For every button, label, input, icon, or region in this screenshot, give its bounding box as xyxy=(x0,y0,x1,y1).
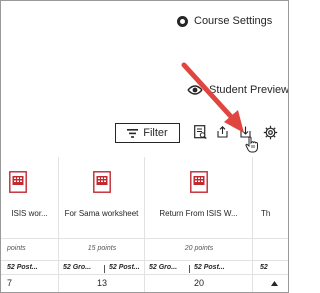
gradebook-grid: ISIS wor... For Sama worksheet Return Fr… xyxy=(1,157,288,292)
annotation-arrow xyxy=(181,62,244,133)
stat-label: 52 Post... xyxy=(7,264,38,271)
filter-icon xyxy=(127,128,139,138)
column-title: Return From ISIS W... xyxy=(159,209,238,218)
points-row: points 15 points 20 points xyxy=(1,238,288,261)
document-icon xyxy=(190,171,208,193)
filter-button[interactable]: Filter xyxy=(115,123,180,143)
course-settings-label: Course Settings xyxy=(194,15,273,27)
document-icon xyxy=(9,171,27,193)
column-title: ISIS wor... xyxy=(11,209,48,218)
points-label: points xyxy=(7,245,26,252)
points-label: 20 points xyxy=(184,245,214,252)
course-settings-link[interactable]: Course Settings xyxy=(177,15,272,27)
stat-label: 52 Gro... xyxy=(63,264,92,271)
column-title: For Sama worksheet xyxy=(64,209,139,218)
settings-icon[interactable] xyxy=(263,125,278,140)
document-icon xyxy=(93,171,111,193)
stat-label: 52 Gro... xyxy=(149,264,178,271)
gradebook-window: Course Settings Student Preview Filter I… xyxy=(0,0,289,293)
filter-label: Filter xyxy=(143,127,168,139)
top-bar: Course Settings xyxy=(1,1,288,48)
count-value: 20 xyxy=(193,278,204,288)
stat-label: 52 Post... xyxy=(109,264,140,271)
up-arrow-icon[interactable] xyxy=(271,281,278,286)
stat-divider xyxy=(189,265,190,273)
count-value: 13 xyxy=(96,278,107,288)
column-title: Th xyxy=(261,209,271,218)
count-value: 7 xyxy=(7,278,13,288)
points-label: 15 points xyxy=(87,245,117,252)
stats-row: 52 Post... 52 Gro... 52 Post... 52 Gro..… xyxy=(1,260,288,275)
stat-label: 52 xyxy=(260,264,268,271)
gear-icon xyxy=(177,15,188,27)
stat-divider xyxy=(104,265,105,273)
stat-label: 52 Post... xyxy=(194,264,225,271)
count-row: 7 13 20 xyxy=(1,274,288,292)
